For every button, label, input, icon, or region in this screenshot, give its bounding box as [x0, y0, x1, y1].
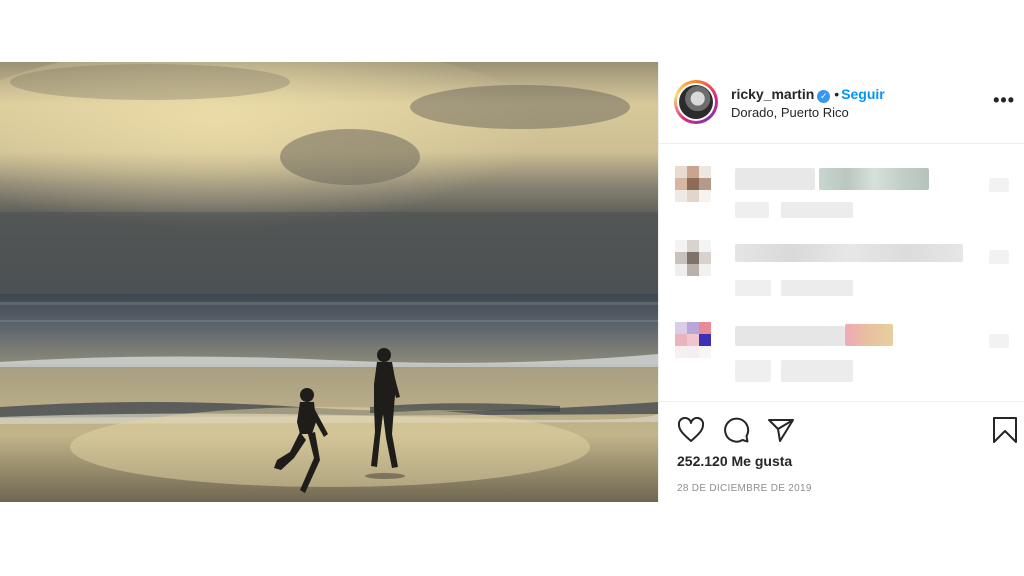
comment-meta-blurred	[781, 360, 853, 382]
bookmark-icon[interactable]	[992, 416, 1018, 444]
heart-icon[interactable]	[677, 417, 705, 443]
comment-like-icon[interactable]	[989, 250, 1009, 264]
avatar-image	[679, 85, 713, 119]
comment-meta-blurred	[735, 280, 771, 296]
location-link[interactable]: Dorado, Puerto Rico	[731, 105, 849, 120]
comment-item	[673, 240, 1013, 310]
comment-avatar[interactable]	[675, 322, 711, 358]
post-actions: 252.120 Me gusta 28 DE DICIEMBRE DE 2019	[659, 401, 1024, 502]
follow-button[interactable]: Seguir	[841, 86, 885, 102]
comment-meta-blurred	[781, 280, 853, 296]
comment-avatar[interactable]	[675, 166, 711, 202]
comment-meta-blurred	[735, 360, 771, 382]
avatar-frame	[677, 83, 715, 121]
likes-count[interactable]: 252.120 Me gusta	[677, 453, 792, 469]
avatar[interactable]	[674, 80, 718, 124]
post-photo[interactable]	[0, 62, 658, 502]
separator-dot: •	[834, 86, 840, 102]
comment-like-icon[interactable]	[989, 178, 1009, 192]
comment-meta-blurred	[781, 202, 853, 218]
share-icon[interactable]	[767, 417, 795, 443]
comment-item	[673, 166, 1013, 236]
user-line: ricky_martin ✓ • Seguir	[731, 86, 885, 103]
more-options-icon[interactable]: •••	[993, 90, 1015, 111]
post-header: ricky_martin ✓ • Seguir Dorado, Puerto Rico…	[659, 62, 1024, 144]
comment-meta-blurred	[735, 202, 769, 218]
comment-like-icon[interactable]	[989, 334, 1009, 348]
comment-text-blurred	[735, 168, 815, 190]
username-link[interactable]: ricky_martin	[731, 86, 814, 102]
post-sidebar: ricky_martin ✓ • Seguir Dorado, Puerto Rico…	[658, 62, 1024, 502]
beach-sunset-image	[0, 62, 658, 502]
instagram-post: ricky_martin ✓ • Seguir Dorado, Puerto Rico…	[0, 62, 1024, 502]
comment-text-blurred	[819, 168, 929, 190]
comment-text-blurred	[845, 324, 893, 346]
comment-icon[interactable]	[722, 416, 750, 444]
verified-icon: ✓	[817, 90, 831, 103]
post-date[interactable]: 28 DE DICIEMBRE DE 2019	[677, 483, 812, 494]
comment-avatar[interactable]	[675, 240, 711, 276]
comment-item	[673, 322, 1013, 392]
comment-text-blurred	[735, 244, 963, 262]
comment-text-blurred	[735, 326, 845, 346]
